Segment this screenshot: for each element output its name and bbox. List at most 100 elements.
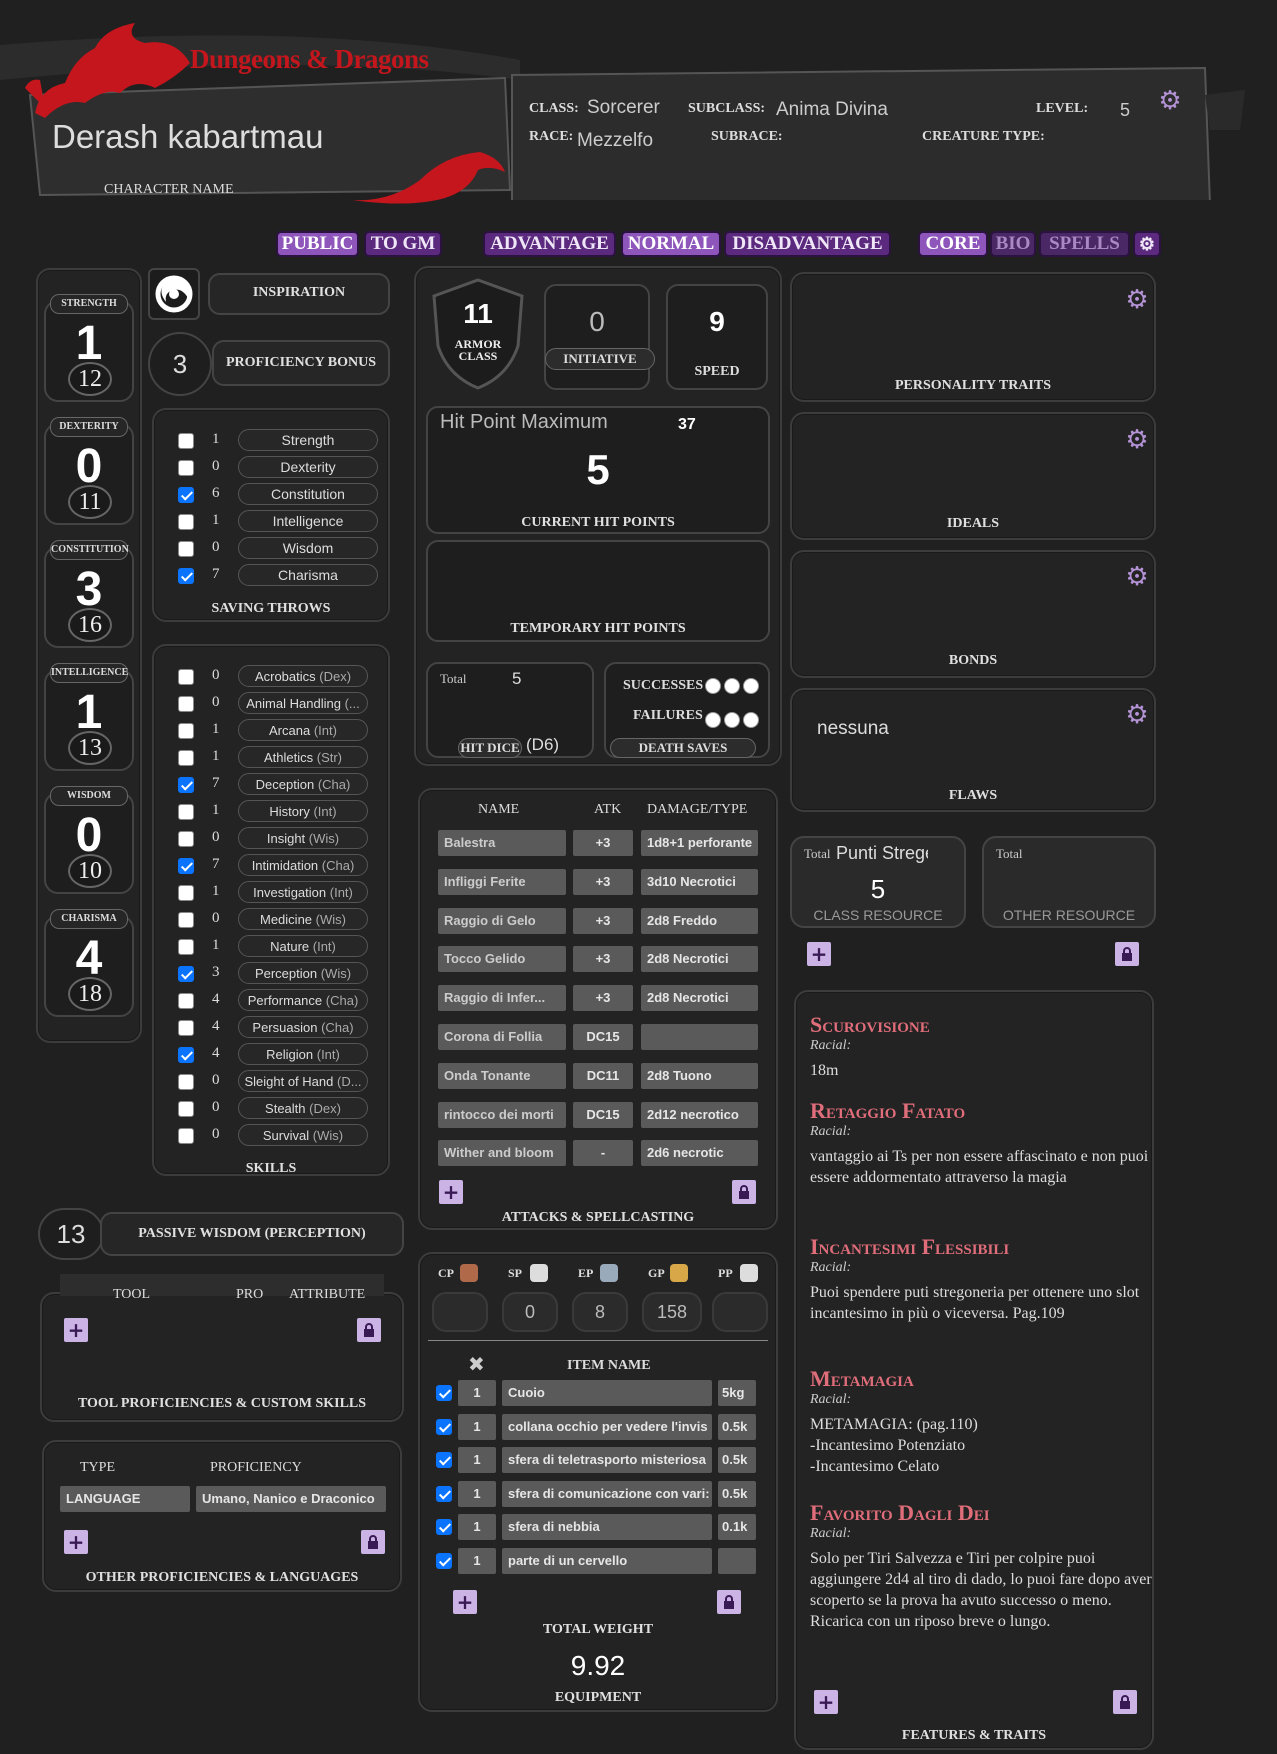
equipment-add-button[interactable]: +	[453, 1590, 477, 1614]
failure-1[interactable]	[705, 712, 721, 728]
current-hp-value[interactable]: 5	[426, 446, 770, 494]
skill-name-button[interactable]: Persuasion (Cha)	[238, 1016, 368, 1038]
equip-qty-cell[interactable]: 1	[458, 1447, 496, 1473]
ability-score[interactable]: 11	[68, 485, 112, 519]
attack-bonus-cell[interactable]: DC11	[573, 1062, 633, 1089]
skill-name-button[interactable]: Survival (Wis)	[238, 1124, 368, 1146]
success-2[interactable]	[724, 678, 740, 694]
core-tab[interactable]: CORE	[918, 231, 988, 257]
hit-dice-total-value[interactable]: 5	[512, 669, 521, 689]
class-value[interactable]: Sorcerer	[587, 97, 660, 119]
disadvantage-toggle[interactable]: DISADVANTAGE	[724, 231, 891, 257]
header-settings-gear-icon[interactable]: ⚙	[1157, 88, 1183, 114]
skill-name-button[interactable]: Nature (Int)	[238, 935, 368, 957]
attack-damage-cell[interactable]: 1d8+1 perforante	[641, 830, 758, 856]
equip-name-cell[interactable]: parte di un cervello	[502, 1547, 712, 1574]
attack-name-cell[interactable]: Raggio di Infer...	[438, 985, 566, 1012]
equip-name-cell[interactable]: sfera di teletrasporto misteriosa	[502, 1447, 712, 1473]
coin-value-input[interactable]: 0	[502, 1292, 558, 1332]
skill-proficiency-checkbox[interactable]	[178, 1128, 194, 1144]
normal-toggle[interactable]: NORMAL	[621, 231, 721, 257]
saving-throw-checkbox[interactable]	[178, 487, 194, 503]
skill-proficiency-checkbox[interactable]	[178, 993, 194, 1009]
tools-lock-icon[interactable]	[357, 1318, 381, 1342]
race-value[interactable]: Mezzelfo	[577, 130, 653, 152]
other-prof-type-cell[interactable]: LANGUAGE	[60, 1486, 190, 1512]
saving-throw-checkbox[interactable]	[178, 541, 194, 557]
saving-throw-name[interactable]: Constitution	[238, 483, 378, 505]
ability-score[interactable]: 16	[68, 608, 112, 642]
toolbar-settings-gear-icon[interactable]: ⚙	[1133, 231, 1161, 257]
equipment-lock-icon[interactable]	[717, 1590, 741, 1614]
resources-lock-icon[interactable]	[1115, 942, 1139, 966]
coin-value-input[interactable]: 158	[642, 1292, 702, 1332]
attack-name-cell[interactable]: Raggio di Gelo	[438, 907, 566, 934]
public-toggle[interactable]: PUBLIC	[276, 231, 359, 257]
features-lock-icon[interactable]	[1113, 1690, 1137, 1714]
attack-name-cell[interactable]: Balestra	[438, 830, 566, 856]
attacks-lock-icon[interactable]	[732, 1180, 756, 1204]
skill-proficiency-checkbox[interactable]	[178, 750, 194, 766]
class-resource-value[interactable]: 5	[790, 874, 966, 905]
other-prof-prof-cell[interactable]: Umano, Nanico e Draconico	[196, 1486, 386, 1512]
other-prof-lock-icon[interactable]	[361, 1530, 385, 1554]
equip-weight-cell[interactable]: 0.1k	[718, 1514, 756, 1540]
equip-checkbox[interactable]	[436, 1552, 452, 1569]
attack-damage-cell[interactable]	[641, 1024, 758, 1050]
skill-name-button[interactable]: Sleight of Hand (D...	[238, 1070, 368, 1092]
skill-proficiency-checkbox[interactable]	[178, 831, 194, 847]
equip-checkbox[interactable]	[436, 1418, 452, 1435]
other-prof-add-button[interactable]: +	[64, 1530, 88, 1554]
skill-proficiency-checkbox[interactable]	[178, 1101, 194, 1117]
saving-throw-checkbox[interactable]	[178, 568, 194, 584]
attack-bonus-cell[interactable]: DC15	[573, 1101, 633, 1128]
feature-title[interactable]: Retaggio Fatato	[810, 1098, 965, 1124]
attack-damage-cell[interactable]: 3d10 Necrotici	[641, 868, 758, 895]
equip-weight-cell[interactable]: 0.5k	[718, 1480, 756, 1507]
equip-name-cell[interactable]: sfera di nebbia	[502, 1514, 712, 1540]
saving-throw-name[interactable]: Charisma	[238, 564, 378, 586]
attacks-add-button[interactable]: +	[439, 1180, 463, 1204]
skill-proficiency-checkbox[interactable]	[178, 804, 194, 820]
attack-name-cell[interactable]: rintocco dei morti	[438, 1101, 566, 1128]
attack-bonus-cell[interactable]: +3	[573, 946, 633, 973]
failure-3[interactable]	[743, 712, 759, 728]
initiative-value[interactable]: 0	[544, 306, 650, 338]
flaws-gear-icon[interactable]: ⚙	[1124, 702, 1150, 728]
features-add-button[interactable]: +	[814, 1690, 838, 1714]
attack-name-cell[interactable]: Infliggi Ferite	[438, 868, 566, 895]
saving-throw-name[interactable]: Dexterity	[238, 456, 378, 478]
delete-x-icon[interactable]: ✖	[468, 1352, 485, 1376]
coin-value-input[interactable]	[712, 1292, 768, 1332]
success-1[interactable]	[705, 678, 721, 694]
attack-name-cell[interactable]: Onda Tonante	[438, 1062, 566, 1089]
to-gm-toggle[interactable]: TO GM	[364, 231, 442, 257]
equip-weight-cell[interactable]: 0.5k	[718, 1447, 756, 1473]
ability-score[interactable]: 13	[68, 731, 112, 765]
attack-bonus-cell[interactable]: +3	[573, 830, 633, 856]
skill-name-button[interactable]: Insight (Wis)	[238, 827, 368, 849]
spells-tab[interactable]: SPELLS	[1039, 231, 1130, 257]
attack-damage-cell[interactable]: 2d6 necrotic	[641, 1140, 758, 1167]
skill-name-button[interactable]: Perception (Wis)	[238, 962, 368, 984]
skill-proficiency-checkbox[interactable]	[178, 723, 194, 739]
equip-qty-cell[interactable]: 1	[458, 1547, 496, 1574]
skill-proficiency-checkbox[interactable]	[178, 777, 194, 793]
equip-qty-cell[interactable]: 1	[458, 1413, 496, 1440]
attack-damage-cell[interactable]: 2d8 Tuono	[641, 1062, 758, 1089]
equip-name-cell[interactable]: collana occhio per vedere l'invis	[502, 1413, 712, 1440]
skill-name-button[interactable]: Animal Handling (...	[238, 692, 368, 714]
skill-name-button[interactable]: Religion (Int)	[238, 1043, 368, 1065]
level-value[interactable]: 5	[1120, 100, 1130, 121]
personality-gear-icon[interactable]: ⚙	[1124, 287, 1150, 313]
attack-name-cell[interactable]: Tocco Gelido	[438, 946, 566, 973]
skill-name-button[interactable]: Performance (Cha)	[238, 989, 368, 1011]
attack-bonus-cell[interactable]: DC15	[573, 1024, 633, 1050]
success-3[interactable]	[743, 678, 759, 694]
saving-throw-name[interactable]: Intelligence	[238, 510, 378, 532]
ability-score[interactable]: 10	[68, 854, 112, 888]
inspiration-toggle[interactable]	[148, 268, 200, 320]
attack-damage-cell[interactable]: 2d12 necrotico	[641, 1101, 758, 1128]
tools-add-button[interactable]: +	[64, 1318, 88, 1342]
feature-title[interactable]: Scurovisione	[810, 1012, 930, 1038]
